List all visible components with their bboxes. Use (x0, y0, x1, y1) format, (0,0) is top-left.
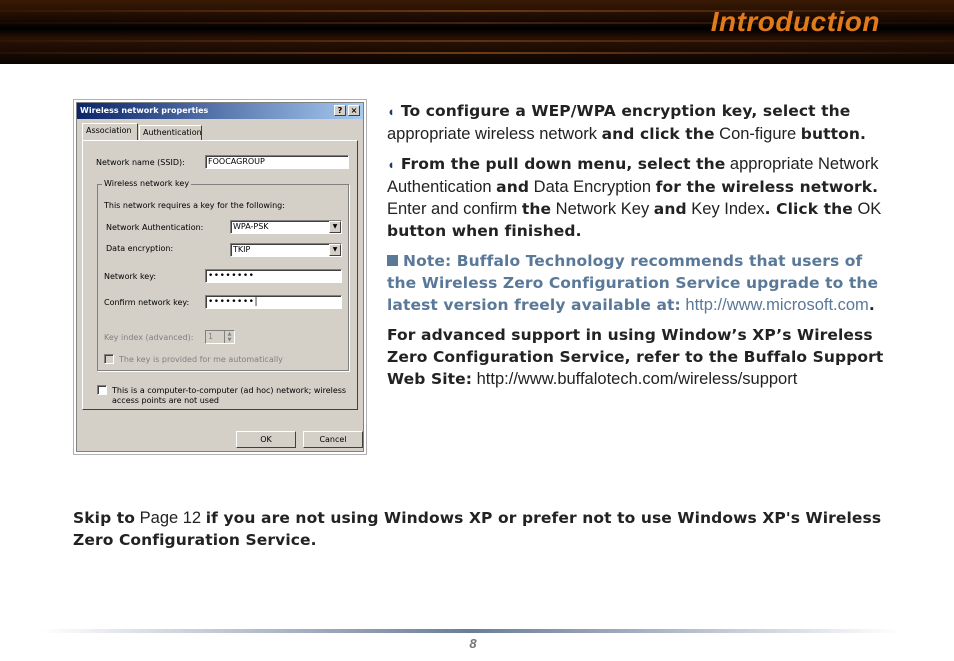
wireless-properties-dialog: Wireless network properties ? × Associat… (76, 102, 364, 452)
spinner-arrows-icon[interactable]: ▲ ▼ (224, 331, 234, 343)
microsoft-link[interactable]: http://www.microsoft.com (685, 296, 868, 314)
page-number: 8 (469, 636, 477, 651)
close-button[interactable]: × (348, 105, 360, 116)
advanced-support-paragraph: For advanced support in using Window’s X… (387, 324, 887, 390)
text-bold: for the wireless network. (655, 178, 879, 196)
enc-select[interactable]: TKIP ▼ (230, 243, 342, 257)
note-paragraph: Note: Buffalo Technology recommends that… (387, 250, 887, 316)
index-label: Key index (advanced): (104, 333, 194, 342)
enc-label: Data encryption: (106, 244, 174, 253)
step-pulldown: ◖ From the pull down menu, select the app… (387, 153, 887, 242)
dialog-screenshot: Wireless network properties ? × Associat… (73, 99, 367, 455)
page-reference[interactable]: Page 12 (135, 509, 206, 527)
text-bold: To configure a WEP/WPA encryption key, s… (400, 102, 851, 120)
text-bold: and (653, 200, 687, 218)
text-bold: . (868, 296, 875, 314)
confirm-label: Confirm network key: (104, 298, 190, 307)
text-bold: button. (800, 125, 867, 143)
confirm-key-input[interactable]: ••••••••| (205, 295, 342, 309)
text-bold: the (521, 200, 552, 218)
text-plain: Network Key (551, 200, 654, 218)
ssid-input[interactable]: FOOCAGROUP (205, 155, 349, 169)
auto-key-checkbox[interactable] (104, 354, 114, 364)
step-configure-key: ◖ To configure a WEP/WPA encryption key, … (387, 100, 887, 145)
footer-divider (40, 629, 900, 633)
buffalo-support-link[interactable]: http://www.buffalotech.com/wireless/supp… (472, 370, 798, 388)
tab-association[interactable]: Association (82, 123, 138, 140)
tab-authentication[interactable]: Authentication (139, 125, 202, 140)
key-index-stepper[interactable]: 1 ▲ ▼ (205, 330, 235, 344)
auto-key-label: The key is provided for me automatically (119, 355, 283, 364)
auth-select[interactable]: WPA-PSK ▼ (230, 220, 342, 234)
ssid-label: Network name (SSID): (96, 158, 185, 167)
wireless-key-group: Wireless network key This network requir… (97, 179, 349, 371)
bullet-icon: ◖ (387, 157, 395, 172)
header-banner: Introduction (0, 0, 954, 64)
adhoc-checkbox[interactable] (97, 385, 107, 395)
chevron-down-icon[interactable]: ▼ (329, 244, 341, 256)
text-bold: From the pull down menu, select the (400, 155, 726, 173)
dialog-titlebar: Wireless network properties ? × (77, 103, 363, 119)
square-bullet-icon (387, 255, 398, 266)
dialog-title: Wireless network properties (80, 106, 209, 115)
adhoc-label-1: This is a computer-to-computer (ad hoc) … (112, 386, 347, 395)
help-button[interactable]: ? (334, 105, 346, 116)
group-title: Wireless network key (102, 179, 192, 188)
chevron-down-icon[interactable]: ▼ (329, 221, 341, 233)
auth-label: Network Authentication: (106, 223, 204, 232)
requires-text: This network requires a key for the foll… (104, 201, 285, 210)
text-bold: Skip to (73, 509, 136, 527)
text-plain: appropriate wireless network (387, 125, 602, 143)
text-bold: button when finished. (387, 222, 582, 240)
enc-value: TKIP (233, 245, 251, 254)
association-panel: Network name (SSID): FOOCAGROUP Wireless… (82, 140, 358, 410)
auth-value: WPA-PSK (233, 222, 269, 231)
cancel-button[interactable]: Cancel (303, 431, 363, 448)
network-key-input[interactable]: •••••••• (205, 269, 342, 283)
text-plain: Con-figure (714, 125, 801, 143)
text-plain: Key Index (686, 200, 765, 218)
index-value: 1 (208, 332, 214, 341)
text-plain: OK (852, 200, 882, 218)
key-label: Network key: (104, 272, 157, 281)
text-plain: Data Encryption (529, 178, 656, 196)
text-bold: and (496, 178, 530, 196)
text-bold: and click the (601, 125, 715, 143)
page-title: Introduction (710, 6, 880, 37)
skip-paragraph: Skip to Page 12 if you are not using Win… (73, 507, 893, 551)
text-bold: . Click the (764, 200, 853, 218)
bullet-icon: ◖ (387, 104, 395, 119)
text-plain: Enter and confirm (387, 200, 522, 218)
ok-button[interactable]: OK (236, 431, 296, 448)
instructions-column: ◖ To configure a WEP/WPA encryption key, … (387, 100, 887, 398)
adhoc-label-2: access points are not used (112, 396, 219, 405)
